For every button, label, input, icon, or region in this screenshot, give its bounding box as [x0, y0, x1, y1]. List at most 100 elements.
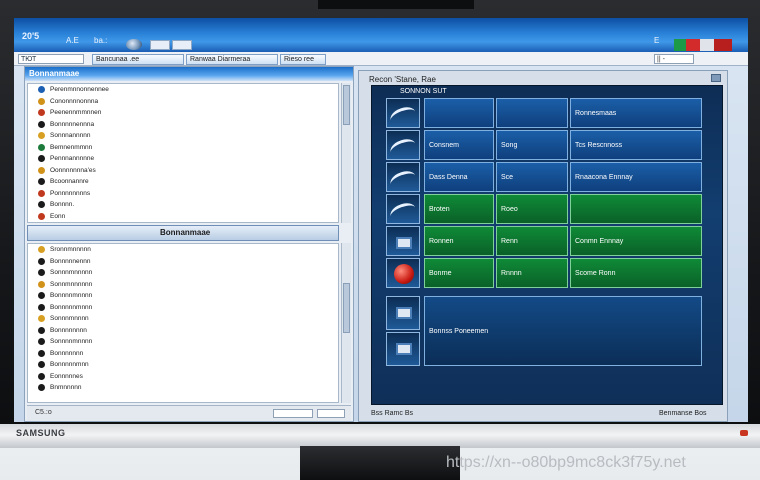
file-icon — [38, 178, 45, 186]
grid-cell[interactable]: Dass Denna — [424, 162, 494, 192]
grid-cell-wide[interactable]: Bonnss Poneemen — [424, 296, 702, 366]
list-item-label: Bnmnnnnn — [50, 384, 82, 392]
file-icon — [38, 349, 45, 357]
grid-cell[interactable]: Broten — [424, 194, 494, 224]
grid-cell[interactable] — [424, 98, 494, 128]
grid-cell[interactable]: Scome Ronn — [570, 258, 702, 288]
tray-icon[interactable] — [674, 39, 686, 51]
taskbar-item[interactable]: ba.: — [94, 36, 107, 45]
grid-cell[interactable]: Consnem — [424, 130, 494, 160]
grid-cell[interactable]: Renn — [496, 226, 568, 256]
browser-tab[interactable]: Rieso ree — [280, 54, 326, 65]
grid-cell[interactable]: Sce — [496, 162, 568, 192]
browser-tab[interactable]: Ranwaa Diarmeraa — [186, 54, 278, 65]
list-item-label: Sonnnmnnnn — [50, 315, 89, 323]
list-item[interactable]: Bonnnnnnnn — [28, 325, 338, 337]
list-item[interactable]: Bemnenmmnn — [28, 142, 338, 154]
grid-cell[interactable]: Ronnen — [424, 226, 494, 256]
list-item[interactable]: Sonnmnnnnnn — [28, 279, 338, 291]
file-icon — [38, 384, 45, 392]
status-button[interactable] — [317, 409, 345, 418]
scrollbar-thumb[interactable] — [343, 283, 350, 333]
row-thumbnail[interactable] — [386, 130, 420, 160]
list-item-label: Bonnnnnennna — [50, 120, 95, 128]
list-item[interactable]: Sonnnmnnnnn — [28, 267, 338, 279]
tray-icon[interactable] — [700, 39, 714, 51]
window-menu-icon[interactable] — [711, 74, 721, 82]
browser-tab[interactable]: Bancunaa .ee — [92, 54, 184, 65]
grid-cell[interactable]: Rnnnn — [496, 258, 568, 288]
status-text: C5.:o — [35, 409, 52, 416]
grid-cell[interactable] — [570, 194, 702, 224]
taskbar-button[interactable] — [172, 40, 192, 50]
file-icon — [38, 189, 45, 197]
row-thumbnail[interactable] — [386, 258, 420, 288]
list-item[interactable]: Sonnnnmnnnn — [28, 336, 338, 348]
device-icon — [396, 307, 412, 319]
tray-icon[interactable] — [714, 39, 732, 51]
taskbar-item[interactable]: A.E — [66, 36, 79, 45]
list-item[interactable]: Perenmnnonnennee — [28, 84, 338, 96]
scrollbar[interactable] — [341, 83, 351, 223]
list-item-label: Sonnnnmnnnn — [50, 338, 93, 346]
row-thumbnail[interactable] — [386, 98, 420, 128]
window-controls[interactable]: || - — [654, 54, 694, 64]
file-icon — [38, 257, 45, 265]
scrollbar[interactable] — [341, 243, 351, 403]
list-item[interactable]: Bonnnnnmnn — [28, 359, 338, 371]
list-item[interactable]: Bcoonnannre — [28, 176, 338, 188]
list-item[interactable]: Bnmnnnnn — [28, 382, 338, 394]
grid-cell[interactable]: Tcs Rescnnoss — [570, 130, 702, 160]
file-icon — [38, 372, 45, 380]
list-item-label: Sronnmnnnnn — [50, 246, 91, 254]
grid-cell[interactable]: Rnaacona Ennnay — [570, 162, 702, 192]
list-item[interactable]: Pennnannnnne — [28, 153, 338, 165]
list-item[interactable]: Peenennmmnnen — [28, 107, 338, 119]
row-thumbnail[interactable] — [386, 296, 420, 330]
grid-cell[interactable]: Roeo — [496, 194, 568, 224]
section-divider-label: Bonnanmaae — [160, 228, 211, 237]
list-item[interactable]: Eonn — [28, 211, 338, 223]
taskbar-button[interactable] — [150, 40, 170, 50]
list-item-label: Perenmnnonnennee — [50, 86, 109, 94]
grid-cell[interactable]: Ronnesmaas — [570, 98, 702, 128]
list-item[interactable]: Bonnnnnennn — [28, 256, 338, 268]
grid-cell[interactable]: Conmn Ennnay — [570, 226, 702, 256]
list-item[interactable]: Sonnnannnnn — [28, 130, 338, 142]
status-button[interactable] — [273, 409, 313, 418]
list-item-label: Bonnnnnmnn — [50, 361, 89, 369]
row-thumbnail[interactable] — [386, 226, 420, 256]
list-item[interactable]: Bonnnnnnn — [28, 348, 338, 360]
list-item[interactable]: Bonnnnmnnnn — [28, 290, 338, 302]
explorer-list-top: Perenmnnonnennee Cononnnnonnna Peenennmmnn… — [27, 83, 339, 223]
list-item[interactable]: Cononnnnonnna — [28, 96, 338, 108]
list-item-label: Sonnnmnnnnn — [50, 269, 93, 277]
list-item-label: Pennnannnnne — [50, 155, 95, 163]
scrollbar-thumb[interactable] — [343, 85, 350, 125]
file-icon — [38, 246, 45, 254]
file-icon — [38, 120, 45, 128]
list-item[interactable]: Sronnmnnnnn — [28, 244, 338, 256]
list-item[interactable]: Ponnnnnnnns — [28, 188, 338, 200]
row-thumbnail[interactable] — [386, 162, 420, 192]
list-item[interactable]: Oonnnnnnna'es — [28, 165, 338, 177]
tray-icon[interactable] — [686, 39, 700, 51]
dashboard-grid-panel: SONNON SUT Ronnesmaas Consnem Song Tcs Resc… — [371, 85, 723, 405]
address-field[interactable]: ТЮТ — [18, 54, 84, 64]
list-item[interactable]: Bonnnnnmnnn — [28, 302, 338, 314]
grid-cell[interactable] — [496, 98, 568, 128]
list-item[interactable]: Sonnnmnnnn — [28, 313, 338, 325]
grid-cell[interactable]: Bonrne — [424, 258, 494, 288]
list-item[interactable]: Bonnnn. — [28, 199, 338, 211]
file-icon — [38, 326, 45, 334]
row-thumbnail[interactable] — [386, 194, 420, 224]
grid-cell[interactable]: Song — [496, 130, 568, 160]
list-item[interactable]: Eonnnnnes — [28, 371, 338, 383]
file-icon — [38, 132, 45, 140]
list-item[interactable]: Bonnnnnennna — [28, 119, 338, 131]
list-item-label: Ponnnnnnnns — [50, 189, 91, 197]
dashboard-status-right: Benmanse Bos — [659, 410, 707, 417]
start-orb-icon[interactable] — [126, 39, 142, 50]
row-thumbnail[interactable] — [386, 332, 420, 366]
file-icon — [38, 292, 45, 300]
